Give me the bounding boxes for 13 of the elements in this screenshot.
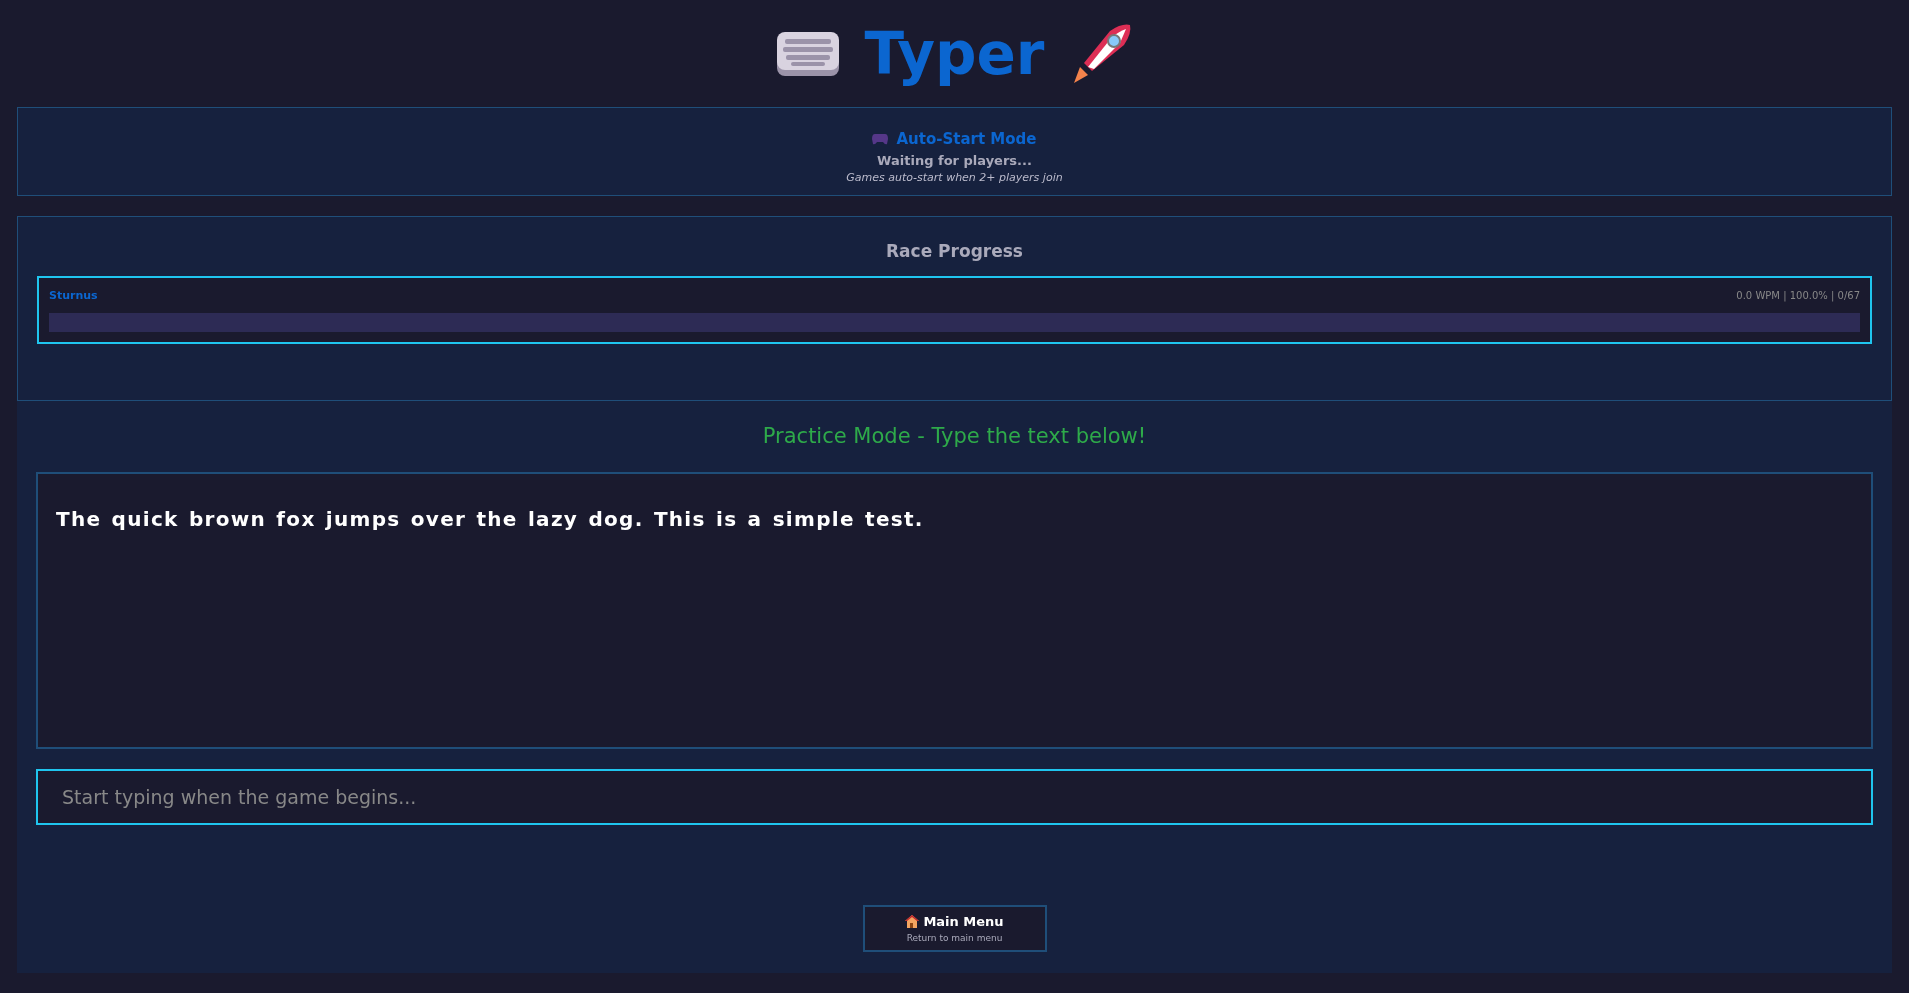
gamepad-icon [872, 133, 889, 146]
race-heading: Race Progress [885, 239, 1024, 263]
main-menu-button[interactable]: Main Menu Return to main menu [862, 905, 1047, 952]
player-name: Sturnus [49, 288, 98, 304]
player-stats: 0.0 WPM | 100.0% | 0/67 [1736, 289, 1860, 304]
practice-heading: Practice Mode - Type the text below! [761, 422, 1148, 450]
status-message: Waiting for players... [876, 151, 1033, 170]
keyboard-icon [776, 31, 839, 76]
house-icon [905, 915, 920, 929]
typing-text: The quick brown fox jumps over the lazy dog. This is a simple test. [36, 472, 1873, 749]
mode-heading: Auto-Start Mode [896, 129, 1037, 150]
status-note: Games auto-start when 2+ players join [845, 170, 1064, 186]
typing-input-field[interactable]: Start typing when the game begins... [36, 769, 1873, 825]
